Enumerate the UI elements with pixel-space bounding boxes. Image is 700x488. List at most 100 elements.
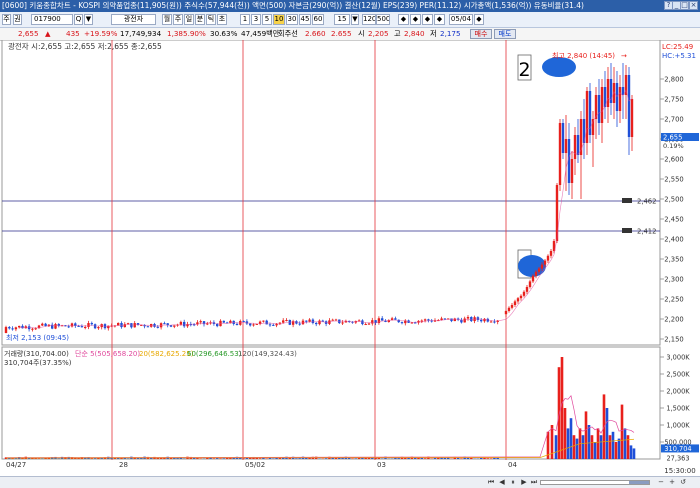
prev-icon[interactable]: ◀ — [497, 478, 507, 487]
candle-body — [252, 324, 254, 325]
calendar-icon[interactable]: ◆ — [474, 14, 484, 25]
stock-code-input[interactable]: 017900 — [31, 14, 73, 25]
candle-body — [312, 320, 314, 323]
candle-body — [266, 321, 268, 325]
volume-bar — [460, 458, 462, 459]
next-icon[interactable]: ▶ — [519, 478, 529, 487]
volume-tick-label: 27,363 — [666, 455, 689, 463]
volume-bar — [434, 458, 436, 459]
stock-name: 광전자 — [111, 14, 156, 25]
tool-icon-3[interactable]: ◆ — [422, 14, 433, 25]
count-input[interactable]: 120 — [362, 14, 376, 25]
last-icon[interactable]: ⏭ — [529, 478, 539, 487]
candle-body — [223, 321, 225, 323]
candle-body — [394, 318, 396, 319]
volume-bar — [341, 458, 343, 459]
interval-60[interactable]: 60 — [312, 14, 324, 25]
volume-legend-ma3: 60(296,646.53) — [187, 350, 242, 358]
x-axis-label: 28 — [119, 461, 128, 469]
volume: 17,749,934 — [120, 28, 161, 40]
price-tick-label: 2,350 — [664, 256, 683, 264]
interval-5[interactable]: 5 — [262, 14, 272, 25]
candle-body — [529, 281, 531, 287]
x-axis-label: 04 — [508, 461, 517, 469]
price-tick-label: 2,200 — [664, 316, 683, 324]
search-icon[interactable]: Q — [74, 14, 83, 25]
candle-body — [547, 256, 549, 261]
interval-10[interactable]: 10 — [273, 14, 285, 25]
candle-body — [577, 135, 579, 155]
period-week[interactable]: 주 — [173, 14, 183, 25]
candle-body — [411, 323, 413, 324]
volume-bar — [325, 458, 327, 459]
volume-bar — [348, 458, 350, 459]
volume-bar — [600, 435, 603, 459]
candle-body — [538, 269, 540, 272]
candle-body — [544, 261, 546, 265]
volume-value-line: 310,704주(37.35%) — [4, 359, 72, 367]
price-panel — [2, 40, 660, 345]
candle-body — [44, 324, 46, 326]
reset-icon[interactable]: ↺ — [678, 478, 688, 487]
candle-body — [586, 91, 588, 143]
candle-body — [157, 327, 159, 328]
volume-bar — [612, 432, 615, 459]
pause-icon[interactable]: ⏸ — [508, 478, 518, 487]
interval-input[interactable]: 15 — [334, 14, 350, 25]
zoom-out-icon[interactable]: − — [656, 478, 666, 487]
zoom-in-icon[interactable]: + — [667, 478, 677, 487]
close-button[interactable]: × — [689, 1, 698, 10]
candle-body — [398, 320, 400, 322]
price-tick-label: 2,150 — [664, 336, 683, 344]
price-tick-label: 2,800 — [664, 76, 683, 84]
marker-2-label: 2 — [518, 59, 530, 81]
first-icon[interactable]: ⏮ — [486, 478, 496, 487]
period-second[interactable]: 초 — [217, 14, 227, 25]
rights-button[interactable]: 권 — [13, 14, 22, 25]
volume-rate: 1,385.90% — [167, 28, 206, 40]
x-axis-label: 05/02 — [245, 461, 265, 469]
interval-30[interactable]: 30 — [286, 14, 298, 25]
interval-1[interactable]: 1 — [240, 14, 250, 25]
count-max: 500 — [376, 14, 390, 25]
candle-body — [550, 251, 552, 256]
candle-body — [31, 329, 33, 330]
high-price: 2,840 — [404, 28, 425, 40]
candle-body — [77, 326, 79, 327]
volume-bar — [573, 435, 576, 459]
period-month[interactable]: 월 — [162, 14, 172, 25]
tool-icon-4[interactable]: ◆ — [434, 14, 445, 25]
volume-legend-ma4: 120(149,324.43) — [238, 350, 297, 358]
chart-scrollbar[interactable] — [540, 480, 650, 485]
market-button[interactable]: 주 — [2, 14, 11, 25]
interval-dropdown-icon[interactable]: ▼ — [351, 14, 359, 25]
tool-icon-2[interactable]: ◆ — [410, 14, 421, 25]
x-axis-label: 04/27 — [6, 461, 26, 469]
candle-body — [285, 320, 287, 321]
period-tick[interactable]: 틱 — [206, 14, 216, 25]
candle-body — [601, 87, 603, 123]
tool-icon-1[interactable]: ◆ — [398, 14, 409, 25]
maximize-button[interactable]: □ — [680, 1, 689, 10]
sell-button[interactable]: 매도 — [494, 29, 516, 39]
period-day[interactable]: 일 — [184, 14, 194, 25]
hline-label: 2,412 — [637, 228, 656, 236]
candle-body — [565, 139, 567, 153]
interval-45[interactable]: 45 — [299, 14, 311, 25]
candle-body — [299, 324, 301, 325]
candle-body — [206, 323, 208, 324]
stock-chart[interactable]: 1 2 광전자 시:2,655 고:2,655 저:2,655 종:2,655 … — [0, 40, 700, 476]
candle-body — [54, 324, 56, 329]
candle-body — [526, 287, 528, 292]
candle-body — [508, 308, 510, 311]
date-input[interactable]: 05/04 — [449, 14, 473, 25]
candle-body — [535, 272, 537, 276]
amount-label: 회주선 — [278, 28, 298, 40]
interval-3[interactable]: 3 — [251, 14, 261, 25]
period-minute[interactable]: 분 — [195, 14, 205, 25]
volume-bar — [355, 458, 357, 459]
hline-flag-icon — [622, 228, 632, 233]
window-titlebar: [0600] 키움종합차트 - KOSPI 의약품업종(11,905(원)) 주… — [0, 0, 700, 12]
dropdown-icon[interactable]: ▼ — [84, 14, 93, 25]
buy-button[interactable]: 매수 — [470, 29, 492, 39]
